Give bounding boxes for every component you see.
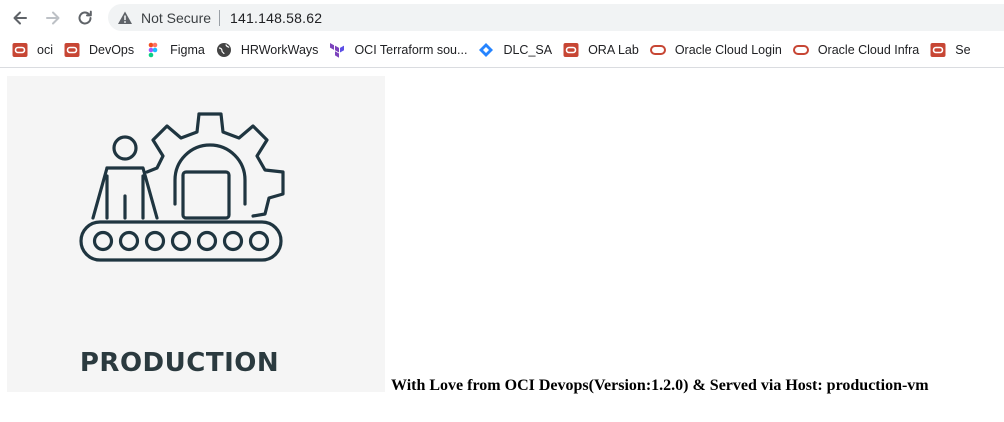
bookmark-label: oci <box>37 42 53 57</box>
bookmarks-bar: oci DevOps Figma HRWorkWays OCI Terrafor… <box>0 36 1004 63</box>
diamond-icon <box>478 42 494 58</box>
figma-icon <box>145 42 161 58</box>
bookmark-dlc-sa[interactable]: DLC_SA <box>478 39 552 61</box>
back-button[interactable] <box>8 6 32 30</box>
production-caption: PRODUCTION <box>79 348 280 378</box>
bookmark-label: HRWorkWays <box>240 42 319 57</box>
browser-toolbar: Not Secure 141.148.58.62 <box>0 0 1004 34</box>
security-status-label[interactable]: Not Secure <box>141 10 211 26</box>
arrow-right-icon <box>46 11 60 25</box>
address-bar[interactable]: Not Secure 141.148.58.62 <box>108 4 1004 31</box>
oracle-cloud-icon <box>649 42 666 58</box>
bookmark-label: ORA Lab <box>588 42 639 57</box>
bookmark-label: OCI Terraform sou... <box>354 42 468 57</box>
warning-icon[interactable] <box>117 10 133 26</box>
bookmark-oci[interactable]: oci <box>12 39 53 61</box>
bookmark-label: DevOps <box>88 42 135 57</box>
bookmark-label: Oracle Cloud Infra <box>817 42 920 57</box>
bookmark-label: DLC_SA <box>503 42 553 57</box>
bookmark-se[interactable]: Se <box>930 39 971 61</box>
oracle-icon <box>12 42 28 58</box>
bookmark-oracle-cloud-infra[interactable]: Oracle Cloud Infra <box>792 39 920 61</box>
oracle-icon <box>64 42 80 58</box>
forward-button[interactable] <box>41 6 65 30</box>
bookmark-label: Oracle Cloud Login <box>674 42 782 57</box>
reload-button[interactable] <box>73 6 97 30</box>
page-content: PRODUCTION With Love from OCI Devops(Ver… <box>0 68 1004 422</box>
bookmark-oracle-cloud-login[interactable]: Oracle Cloud Login <box>649 39 782 61</box>
globe-icon <box>216 42 232 58</box>
address-separator <box>219 9 221 26</box>
oracle-icon <box>930 42 946 58</box>
bookmark-hrworkways[interactable]: HRWorkWays <box>216 39 319 61</box>
bookmark-devops[interactable]: DevOps <box>64 39 134 61</box>
oracle-icon <box>563 42 579 58</box>
bookmark-label: Figma <box>170 42 205 57</box>
oracle-cloud-icon <box>792 42 809 58</box>
reload-icon <box>78 10 92 25</box>
bookmark-figma[interactable]: Figma <box>145 39 205 61</box>
deployment-message: With Love from OCI Devops(Version:1.2.0)… <box>391 377 929 394</box>
bookmark-oci-terraform[interactable]: OCI Terraform sou... <box>329 39 467 61</box>
bookmark-label: Se <box>955 42 971 57</box>
bookmark-ora-lab[interactable]: ORA Lab <box>563 39 639 61</box>
production-line-illustration <box>79 112 285 262</box>
terraform-icon <box>329 42 345 58</box>
url-text[interactable]: 141.148.58.62 <box>230 10 322 26</box>
arrow-left-icon <box>13 11 27 25</box>
production-image: PRODUCTION <box>7 76 385 392</box>
